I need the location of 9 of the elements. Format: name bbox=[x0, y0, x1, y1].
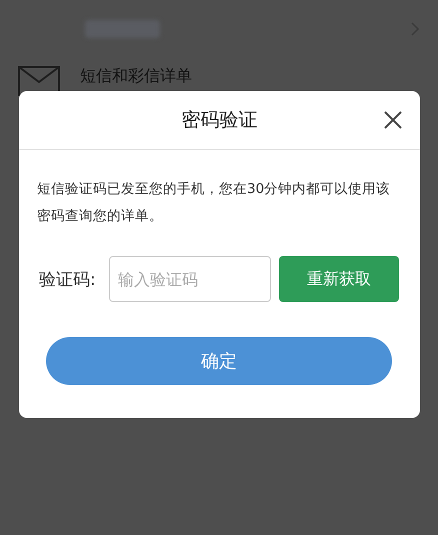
code-label: 验证码: bbox=[39, 268, 97, 290]
close-button[interactable] bbox=[382, 109, 404, 131]
resend-button[interactable]: 重新获取 bbox=[279, 256, 399, 302]
list-item-label: 短信和彩信详单 bbox=[80, 66, 192, 86]
confirm-button[interactable]: 确定 bbox=[46, 337, 392, 385]
close-icon bbox=[383, 110, 403, 130]
code-input-field[interactable]: 输入验证码 bbox=[109, 256, 271, 302]
dialog-title: 密码验证 bbox=[182, 108, 258, 133]
message-text: 短信验证码已发至您的手机，您在30分钟内都可以使用该密码查询您的详单。 bbox=[37, 180, 392, 226]
